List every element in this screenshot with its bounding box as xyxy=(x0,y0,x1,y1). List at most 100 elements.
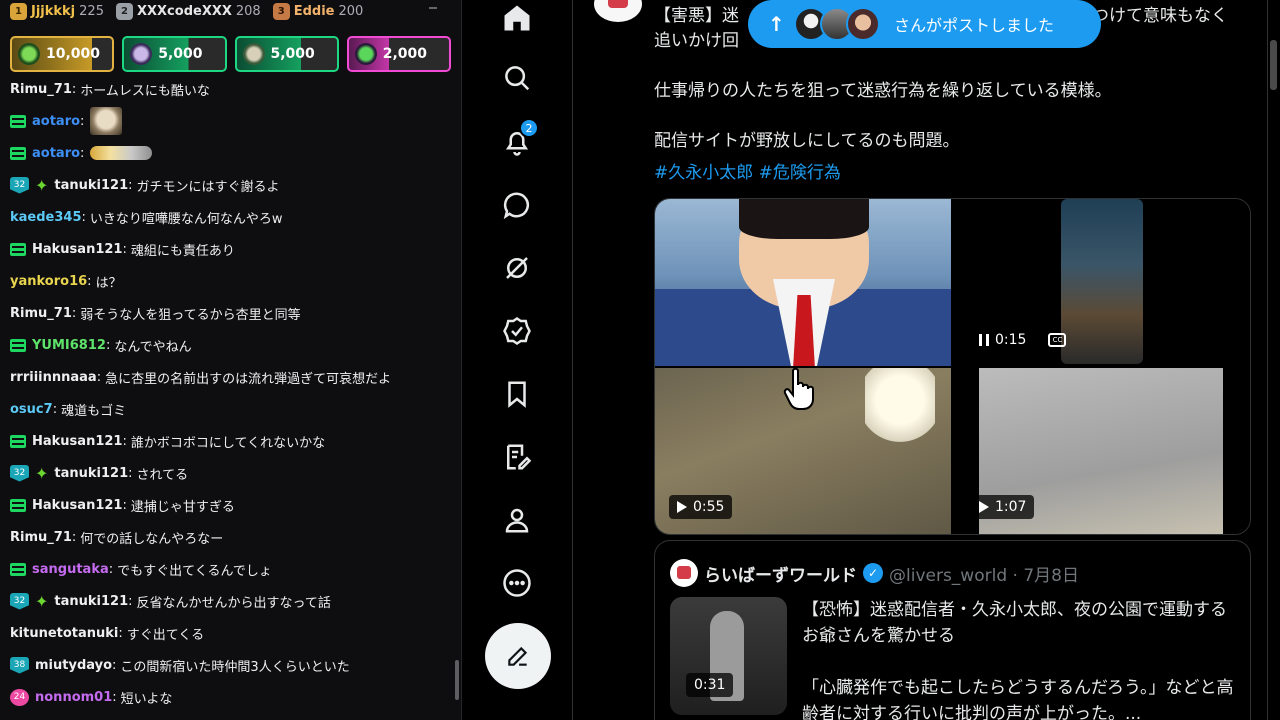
chat-username[interactable]: rrriiinnnaaa xyxy=(10,370,97,385)
chat-text: なんでやねん xyxy=(114,339,192,355)
leaderboard-entry-3[interactable]: 3 Eddie 200 xyxy=(272,2,364,20)
gift-card[interactable]: 5,000 xyxy=(234,36,339,72)
chat-message: Rimu_71: 弱そうな人を狙ってるから杏里と同等 xyxy=(10,305,301,323)
nav-verified[interactable] xyxy=(499,313,535,349)
chat-username[interactable]: aotaro xyxy=(32,146,80,161)
chat-panel: 1 Jjjkkkj 225 2 XXXcodeXXX 208 3 Eddie 2… xyxy=(0,0,462,720)
chat-message: 32 ✦ tanuki121: されてる xyxy=(0,457,461,489)
poster-avatars xyxy=(794,7,880,41)
compose-post-button[interactable] xyxy=(485,623,551,689)
new-posts-pill[interactable]: ↑ さんがポストしました xyxy=(748,0,1101,48)
chat-text: 魂組にも責任あり xyxy=(130,243,235,259)
video-duration: 0:31 xyxy=(694,677,726,693)
post-hashtags[interactable]: #久永小太郎 #危険行為 xyxy=(654,158,841,183)
media-photo-1[interactable] xyxy=(655,199,951,366)
pause-icon[interactable] xyxy=(979,334,989,346)
chat-username[interactable]: kaede345 xyxy=(10,210,82,225)
hand-pointer-cursor-icon xyxy=(783,367,814,410)
chat-text: 何での話しなんやろなー xyxy=(80,531,224,547)
more-icon xyxy=(503,569,531,597)
chat-text: 魂道もゴミ xyxy=(61,403,127,419)
chat-username[interactable]: kitunetotanuki xyxy=(10,626,118,641)
chat-username[interactable]: tanuki121 xyxy=(54,178,128,193)
nav-more[interactable] xyxy=(499,565,535,601)
subscriber-badge-icon xyxy=(10,146,26,160)
nav-lists[interactable] xyxy=(499,439,535,475)
chat-message: Rimu_71: ホームレスにも酷いな xyxy=(10,81,210,99)
chat-message: Hakusan121: 魂組にも責任あり xyxy=(0,233,461,265)
chat-message: sangutaka: でもすぐ出てくるんでしょ xyxy=(0,553,461,585)
chat-message: aotaro: xyxy=(0,137,461,169)
chat-message: osuc7: 魂道もゴミ xyxy=(10,401,127,419)
chat-username[interactable]: nonnom01 xyxy=(35,690,112,705)
nav-messages[interactable] xyxy=(499,187,535,223)
quoted-post-header: らいばーずワールド ✓ @livers_world · 7月8日 xyxy=(670,559,1079,587)
gift-card[interactable]: 2,000 xyxy=(346,36,451,72)
chat-username[interactable]: Hakusan121 xyxy=(32,434,122,449)
chat-username[interactable]: Rimu_71 xyxy=(10,82,72,97)
nav-bookmarks[interactable] xyxy=(499,376,535,412)
play-icon xyxy=(979,501,989,513)
leader-name: Eddie xyxy=(293,3,335,19)
chat-username[interactable]: aotaro xyxy=(32,114,80,129)
media-video-1[interactable]: 0:15 CC xyxy=(953,199,1250,366)
chat-text: すぐ出てくる xyxy=(126,627,205,643)
verified-badge-icon xyxy=(503,316,531,346)
video-duration: 0:55 xyxy=(693,499,725,515)
star-badge-icon: ✦ xyxy=(35,175,49,195)
quoted-post[interactable]: らいばーずワールド ✓ @livers_world · 7月8日 0:31 【恐… xyxy=(654,540,1251,720)
quoted-video-thumbnail[interactable]: 0:31 xyxy=(670,597,787,715)
leaderboard-entry-2[interactable]: 2 XXXcodeXXX 208 xyxy=(115,2,261,20)
chat-message: YUMI6812: なんでやねん xyxy=(0,329,461,361)
chat-username[interactable]: miutydayo xyxy=(35,658,112,673)
chat-scrollbar[interactable] xyxy=(455,660,459,700)
post-paragraph-3: 配信サイトが野放しにしてるのも問題。 xyxy=(654,131,960,151)
nav-grok[interactable] xyxy=(499,250,535,286)
subscriber-badge-icon xyxy=(10,562,26,576)
leader-points: 200 xyxy=(338,3,364,19)
chat-username[interactable]: Hakusan121 xyxy=(32,242,122,257)
quoted-author-handle: @livers_world · 7月8日 xyxy=(889,565,1079,586)
level-badge: 32 xyxy=(10,592,29,610)
media-video-3[interactable]: 1:07 xyxy=(953,368,1250,534)
timeline-scrollbar[interactable] xyxy=(1270,40,1277,90)
post-author-avatar[interactable] xyxy=(594,0,642,22)
quoted-post-text: 【恐怖】迷惑配信者・久永小太郎、夜の公園で運動するお爺さんを驚かせる 「心臓発作… xyxy=(802,597,1242,720)
chat-username[interactable]: osuc7 xyxy=(10,402,53,417)
chat-username[interactable]: tanuki121 xyxy=(54,466,128,481)
quoted-author-name[interactable]: らいばーずワールド xyxy=(704,561,857,586)
chat-username[interactable]: yankoro16 xyxy=(10,274,87,289)
video-controls: 0:15 CC xyxy=(971,328,1074,352)
video-duration: 1:07 xyxy=(995,499,1027,515)
gift-card[interactable]: 5,000 xyxy=(122,36,227,72)
quoted-paragraph-1: 【恐怖】迷惑配信者・久永小太郎、夜の公園で運動するお爺さんを驚かせる xyxy=(802,600,1227,646)
chat-username[interactable]: tanuki121 xyxy=(54,594,128,609)
leaderboard-more-icon[interactable] xyxy=(429,0,461,22)
quoted-author-avatar[interactable] xyxy=(670,559,698,587)
notification-count-badge: 2 xyxy=(519,118,539,138)
nav-profile[interactable] xyxy=(499,502,535,538)
leaderboard-entry-1[interactable]: 1 Jjjkkkj 225 xyxy=(10,2,104,20)
nav-home[interactable] xyxy=(499,0,535,36)
nav-explore[interactable] xyxy=(499,60,535,96)
nav-notifications[interactable]: 2 xyxy=(499,118,539,160)
chat-text: 短いよな xyxy=(120,691,173,707)
chat-username[interactable]: YUMI6812 xyxy=(32,338,106,353)
new-posts-label: さんがポストしました xyxy=(894,16,1055,35)
level-badge: 38 xyxy=(10,656,29,674)
chat-username[interactable]: Rimu_71 xyxy=(10,306,72,321)
chat-username[interactable]: sangutaka xyxy=(32,562,109,577)
chat-username[interactable]: Hakusan121 xyxy=(32,498,122,513)
chat-message: Rimu_71: 何での話しなんやろなー xyxy=(10,529,224,547)
verified-check-icon: ✓ xyxy=(863,563,883,583)
rank-1-badge: 1 xyxy=(10,2,27,20)
captions-icon[interactable]: CC xyxy=(1048,333,1067,347)
chat-text: は？ xyxy=(95,275,122,291)
chat-username[interactable]: Rimu_71 xyxy=(10,530,72,545)
level-badge: 32 xyxy=(10,176,29,194)
gift-amount: 5,000 xyxy=(158,46,203,62)
arrow-up-icon: ↑ xyxy=(768,12,785,36)
chat-text: されてる xyxy=(136,467,189,483)
chat-message: Hakusan121: 逮捕じゃ甘すぎる xyxy=(0,489,461,521)
gift-card[interactable]: 10,000 xyxy=(10,36,115,72)
